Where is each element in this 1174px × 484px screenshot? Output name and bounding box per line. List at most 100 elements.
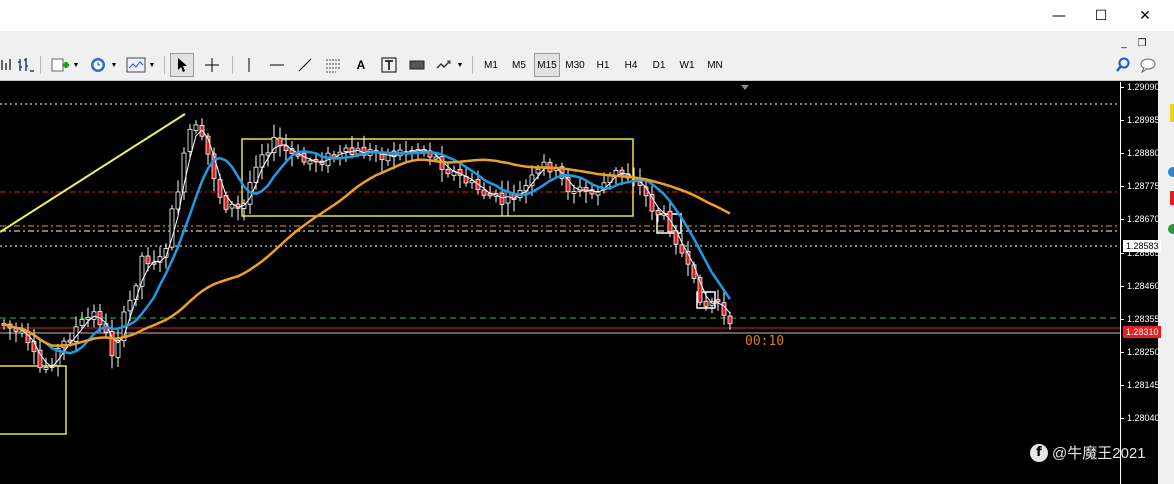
candle: [721, 302, 727, 316]
candle: [277, 137, 283, 147]
toolbar-separator: [164, 56, 165, 74]
price-axis-label: 1.28880: [1127, 148, 1160, 159]
candle: [727, 315, 733, 325]
horizontal-line-icon[interactable]: [264, 53, 290, 77]
marker-blue: [1168, 167, 1174, 177]
candle: [583, 187, 589, 192]
candle: [133, 285, 139, 300]
timeframe-h4-button[interactable]: H4: [618, 53, 644, 77]
bid-price-label: 1.28583: [1123, 240, 1161, 252]
candle: [79, 318, 85, 326]
price-axis-tick: [1120, 87, 1124, 88]
price-axis-tick: [1120, 384, 1124, 386]
mdi-restore-button[interactable]: ❐: [1134, 35, 1150, 51]
timeframe-m1-button[interactable]: M1: [478, 53, 504, 77]
candle: [295, 153, 301, 157]
chat-icon[interactable]: [1138, 53, 1160, 77]
price-axis-label: 1.28775: [1127, 181, 1160, 192]
candle: [655, 210, 661, 216]
timeframe-h1-button[interactable]: H1: [590, 53, 616, 77]
price-axis-label: 1.28355: [1127, 313, 1160, 324]
price-axis-label: 1.28040: [1127, 413, 1160, 423]
crosshair-icon[interactable]: [200, 53, 224, 77]
price-axis-tick: [1120, 120, 1124, 122]
candle: [445, 168, 451, 175]
fibonacci-icon[interactable]: [320, 53, 346, 77]
candle: [37, 349, 43, 369]
window-titlebar: — ☐ ✕: [0, 0, 1174, 31]
candle: [91, 311, 97, 320]
timeframe-m30-button[interactable]: M30: [562, 53, 588, 77]
candle: [379, 153, 385, 161]
timeframe-mn-button[interactable]: MN: [702, 53, 728, 77]
candle: [433, 156, 439, 160]
cursor-tool-icon[interactable]: [170, 53, 194, 77]
consolidation-box: [0, 365, 67, 435]
candle: [499, 192, 505, 205]
candle: [703, 300, 709, 307]
price-axis-label: 1.28670: [1127, 214, 1160, 225]
candle: [31, 341, 37, 353]
bar-chart-icon[interactable]: [14, 53, 36, 77]
price-axis-tick: [1120, 285, 1124, 287]
price-axis-label: 1.29090: [1127, 82, 1160, 92]
candle: [715, 299, 721, 303]
price-chart[interactable]: 1.29090 1.28985 1.28880 1.28775 1.28670 1.285…: [0, 82, 1161, 484]
window-close-button[interactable]: ✕: [1122, 0, 1168, 31]
timeframe-w1-button[interactable]: W1: [674, 53, 700, 77]
search-icon[interactable]: [1112, 53, 1134, 77]
candle: [187, 128, 193, 152]
price-axis-label: 1.28985: [1127, 115, 1160, 126]
price-axis-label: 1.28460: [1127, 280, 1160, 291]
price-axis-tick: [1120, 219, 1124, 221]
text-label-icon[interactable]: [376, 53, 402, 77]
text-tool-icon[interactable]: A: [348, 53, 374, 77]
chart-mode-icon[interactable]: [0, 53, 12, 77]
marker-yellow: [1170, 104, 1174, 122]
chevron-down-icon[interactable]: ▼: [72, 53, 80, 77]
chart-canvas: [0, 85, 1120, 435]
candle: [481, 189, 487, 196]
price-axis-tick: [1120, 186, 1124, 188]
toolbar-separator: [232, 56, 233, 74]
right-side-strip: [1158, 31, 1174, 484]
chevron-down-icon[interactable]: ▼: [148, 53, 156, 77]
price-axis-label: 1.28250: [1127, 346, 1160, 357]
clock-icon[interactable]: [86, 53, 110, 77]
candle: [43, 366, 49, 370]
mdi-minimize-button[interactable]: _: [1116, 35, 1132, 51]
candle: [193, 124, 199, 131]
price-axis-label: 1.28145: [1127, 379, 1160, 390]
candle: [127, 300, 133, 312]
ask-price-label: 1.28310: [1123, 326, 1161, 338]
chevron-down-icon[interactable]: ▼: [456, 53, 464, 77]
candle: [535, 168, 541, 174]
arrows-icon[interactable]: [432, 53, 456, 77]
price-axis-tick: [1120, 252, 1124, 254]
price-axis-tick: [1120, 153, 1124, 155]
new-chart-icon[interactable]: [48, 53, 74, 77]
window-minimize-button[interactable]: —: [1036, 0, 1082, 31]
chart-shift-marker: [741, 85, 749, 90]
candle: [85, 317, 91, 320]
timeframe-m15-button[interactable]: M15: [534, 53, 560, 77]
toolbar-separator: [472, 56, 473, 74]
chevron-down-icon[interactable]: ▼: [110, 53, 118, 77]
toolbar-row: ▼ ▼ ▼ A ▼ M1 M5 M15 M30 H1 H4 D1 W1 MN: [0, 53, 740, 79]
candle: [691, 264, 697, 279]
watermark-text: @牛魔王2021: [1052, 445, 1146, 462]
price-axis-tick: [1120, 318, 1124, 320]
candle: [571, 190, 577, 194]
timeframe-m5-button[interactable]: M5: [506, 53, 532, 77]
vertical-line-icon[interactable]: [238, 53, 260, 77]
rectangle-tool-icon[interactable]: [404, 53, 430, 77]
trendline-icon[interactable]: [292, 53, 318, 77]
templates-icon[interactable]: [124, 53, 148, 77]
marker-green: [1168, 224, 1174, 234]
toolbar: _ ❐ × ▼ ▼ ▼: [0, 31, 1174, 81]
window-maximize-button[interactable]: ☐: [1078, 0, 1124, 31]
price-axis-line: [1120, 82, 1121, 484]
price-axis-tick: [1120, 418, 1124, 419]
marker-red: [1170, 191, 1174, 205]
timeframe-d1-button[interactable]: D1: [646, 53, 672, 77]
